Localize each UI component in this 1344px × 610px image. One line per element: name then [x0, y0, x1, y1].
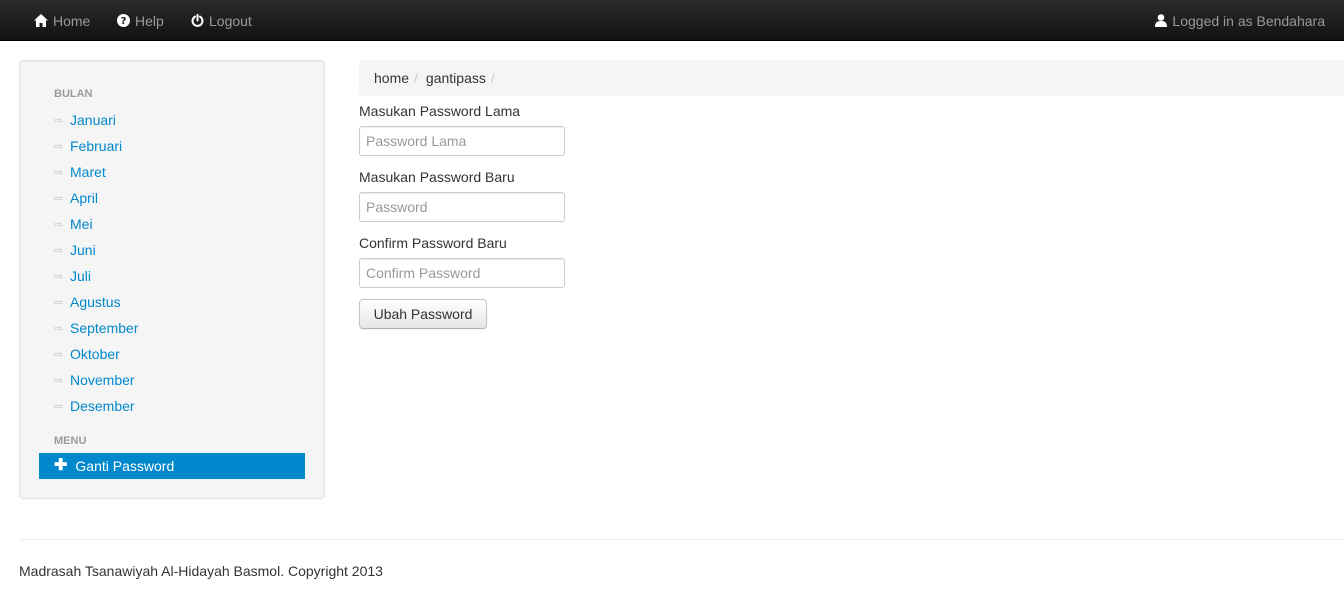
- home-icon: [34, 14, 48, 27]
- user-icon: [1155, 14, 1168, 27]
- arrow-right-icon: ⇨: [54, 400, 64, 413]
- power-icon: [191, 14, 204, 27]
- sidebar-item-september[interactable]: ⇨ September: [54, 315, 138, 341]
- breadcrumb-gantipass[interactable]: gantipass: [426, 70, 486, 86]
- breadcrumb-home[interactable]: home: [374, 70, 409, 86]
- nav-logout-link[interactable]: Logout: [191, 0, 252, 41]
- arrow-right-icon: ⇨: [54, 374, 64, 387]
- sidebar-item-juli[interactable]: ⇨ Juli: [54, 263, 138, 289]
- arrow-right-icon: ⇨: [54, 322, 64, 335]
- help-icon: ?: [117, 14, 130, 27]
- sidebar-item-juni[interactable]: ⇨ Juni: [54, 237, 138, 263]
- arrow-right-icon: ⇨: [54, 244, 64, 257]
- sidebar-item-maret[interactable]: ⇨ Maret: [54, 159, 138, 185]
- svg-text:?: ?: [121, 16, 127, 27]
- confirm-password-input[interactable]: [359, 258, 565, 288]
- nav-user-info[interactable]: Logged in as Bendahara: [1155, 0, 1325, 41]
- nav-home-link[interactable]: Home: [34, 0, 90, 41]
- breadcrumb-divider: /: [490, 70, 495, 86]
- sidebar-header-months: BULAN: [54, 88, 93, 100]
- nav-help-label: Help: [135, 12, 164, 29]
- sidebar-item-agustus[interactable]: ⇨ Agustus: [54, 289, 138, 315]
- change-password-button[interactable]: Ubah Password: [359, 299, 487, 329]
- footer-copyright: Madrasah Tsanawiyah Al-Hidayah Basmol. C…: [19, 563, 383, 579]
- arrow-right-icon: ⇨: [54, 166, 64, 179]
- arrow-right-icon: ⇨: [54, 296, 64, 309]
- sidebar: BULAN ⇨ Januari ⇨ Februari ⇨ Maret ⇨ April ⇨…: [19, 60, 325, 499]
- nav-home-label: Home: [53, 12, 91, 29]
- sidebar-header-menu: MENU: [54, 435, 87, 447]
- arrow-right-icon: ⇨: [54, 114, 64, 127]
- nav-logout-label: Logout: [209, 12, 252, 29]
- arrow-right-icon: ⇨: [54, 218, 64, 231]
- arrow-right-icon: ⇨: [54, 192, 64, 205]
- sidebar-item-november[interactable]: ⇨ November: [54, 367, 138, 393]
- arrow-right-icon: ⇨: [54, 270, 64, 283]
- footer-divider: [19, 539, 1344, 540]
- sidebar-item-label: Ganti Password: [75, 458, 175, 474]
- sidebar-item-februari[interactable]: ⇨ Februari: [54, 133, 138, 159]
- arrow-right-icon: ⇨: [54, 140, 64, 153]
- month-list: ⇨ Januari ⇨ Februari ⇨ Maret ⇨ April ⇨ Mei ⇨ J…: [54, 107, 138, 419]
- old-password-label: Masukan Password Lama: [359, 103, 521, 119]
- sidebar-item-oktober[interactable]: ⇨ Oktober: [54, 341, 138, 367]
- arrow-right-icon: ⇨: [54, 348, 64, 361]
- nav-help-link[interactable]: ? Help: [117, 0, 164, 41]
- breadcrumb: home / gantipass /: [359, 60, 1344, 96]
- new-password-label: Masukan Password Baru: [359, 169, 515, 185]
- confirm-password-label: Confirm Password Baru: [359, 235, 507, 251]
- sidebar-item-mei[interactable]: ⇨ Mei: [54, 211, 138, 237]
- plus-icon: ✚: [54, 457, 68, 474]
- new-password-input[interactable]: [359, 192, 565, 222]
- nav-user-label: Logged in as Bendahara: [1172, 12, 1325, 29]
- old-password-input[interactable]: [359, 126, 565, 156]
- sidebar-item-april[interactable]: ⇨ April: [54, 185, 138, 211]
- sidebar-item-ganti-password[interactable]: ✚ Ganti Password: [39, 453, 305, 479]
- sidebar-item-desember[interactable]: ⇨ Desember: [54, 393, 138, 419]
- sidebar-item-januari[interactable]: ⇨ Januari: [54, 107, 138, 133]
- top-navbar: Home ? Help Logout Logged in as Bendahar…: [0, 0, 1344, 41]
- breadcrumb-divider: /: [414, 70, 418, 86]
